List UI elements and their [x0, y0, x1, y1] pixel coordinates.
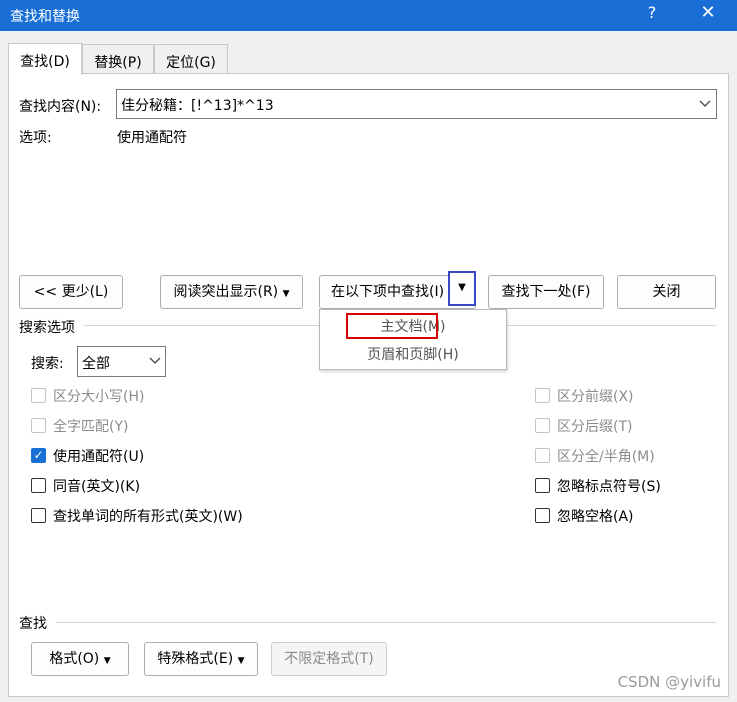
checkbox-wildcards-label: 使用通配符(U): [53, 449, 145, 465]
no-formatting-label: 不限定格式(T): [284, 651, 374, 667]
divider: [56, 622, 716, 623]
red-highlight-box: [346, 313, 438, 339]
chevron-down-icon[interactable]: [694, 90, 716, 118]
find-what-label: 查找内容(N):: [19, 99, 102, 115]
less-button[interactable]: << 更少(L): [19, 275, 123, 309]
checkbox-match-case-label: 区分大小写(H): [53, 389, 145, 405]
close-button[interactable]: 关闭: [617, 275, 716, 309]
chevron-down-icon[interactable]: [145, 347, 165, 376]
checkbox-match-suffix-label: 区分后缀(T): [557, 419, 633, 435]
find-in-label: 在以下项中查找(I): [331, 284, 445, 300]
special-button-label: 特殊格式(E): [157, 651, 234, 667]
close-window-button[interactable]: ✕: [695, 2, 721, 23]
dropdown-arrow-icon: ▼: [237, 656, 245, 666]
find-what-combo[interactable]: 佳分秘籍：[!^13]*^13: [116, 89, 717, 119]
tab-replace-label: 替换(P): [94, 55, 142, 71]
search-direction-value: 全部: [82, 356, 110, 372]
checkbox-ignore-punctuation[interactable]: [535, 478, 550, 493]
reading-highlight-button[interactable]: 阅读突出显示(R) ▼: [160, 275, 303, 309]
dropdown-arrow-icon: ▼: [458, 282, 466, 293]
search-direction-select[interactable]: 全部: [77, 346, 166, 377]
checkbox-word-forms-label: 查找单词的所有形式(英文)(W): [53, 509, 243, 525]
checkbox-sounds-like[interactable]: [31, 478, 46, 493]
dropdown-arrow-icon: ▼: [282, 289, 290, 299]
checkbox-match-width[interactable]: [535, 448, 550, 463]
options-label: 选项:: [19, 130, 52, 146]
checkbox-match-prefix-label: 区分前缀(X): [557, 389, 634, 405]
checkbox-whole-word-label: 全字匹配(Y): [53, 419, 129, 435]
checkbox-match-suffix[interactable]: [535, 418, 550, 433]
tab-panel: [8, 73, 729, 697]
special-button[interactable]: 特殊格式(E) ▼: [144, 642, 258, 676]
tab-goto[interactable]: 定位(G): [154, 44, 228, 74]
tab-replace[interactable]: 替换(P): [82, 44, 154, 74]
no-formatting-button[interactable]: 不限定格式(T): [271, 642, 387, 676]
checkbox-ignore-whitespace-label: 忽略空格(A): [557, 509, 634, 525]
find-next-button[interactable]: 查找下一处(F): [488, 275, 604, 309]
find-in-dropdown-arrow[interactable]: ▼: [448, 271, 476, 306]
dropdown-arrow-icon: ▼: [103, 656, 111, 666]
menu-item-header-footer[interactable]: 页眉和页脚(H): [320, 341, 506, 369]
format-button[interactable]: 格式(O) ▼: [31, 642, 129, 676]
checkbox-match-prefix[interactable]: [535, 388, 550, 403]
window-title: 查找和替换: [10, 9, 80, 25]
help-button[interactable]: ?: [640, 3, 664, 22]
find-next-label: 查找下一处(F): [501, 284, 591, 300]
checkbox-word-forms[interactable]: [31, 508, 46, 523]
find-what-value: 佳分秘籍：[!^13]*^13: [121, 98, 274, 114]
checkbox-match-case[interactable]: [31, 388, 46, 403]
tab-find[interactable]: 查找(D): [8, 43, 82, 75]
watermark: CSDN @yivifu: [617, 673, 721, 691]
tab-goto-label: 定位(G): [166, 55, 216, 71]
checkbox-sounds-like-label: 同音(英文)(K): [53, 479, 141, 495]
checkbox-wildcards[interactable]: ✓: [31, 448, 46, 463]
find-section-title: 查找: [19, 616, 47, 632]
tab-find-label: 查找(D): [20, 54, 70, 70]
checkbox-whole-word[interactable]: [31, 418, 46, 433]
divider: [507, 325, 716, 326]
divider: [84, 325, 319, 326]
search-options-title: 搜索选项: [19, 320, 75, 336]
checkbox-match-width-label: 区分全/半角(M): [557, 449, 655, 465]
options-value: 使用通配符: [117, 130, 187, 146]
checkbox-ignore-whitespace[interactable]: [535, 508, 550, 523]
less-button-label: << 更少(L): [33, 284, 109, 300]
find-in-menu: 主文档(M) 页眉和页脚(H): [319, 309, 507, 370]
reading-highlight-label: 阅读突出显示(R): [173, 284, 279, 300]
menu-item-header-footer-label: 页眉和页脚(H): [367, 347, 459, 363]
format-button-label: 格式(O): [49, 651, 100, 667]
title-bar: 查找和替换 ? ✕: [0, 0, 737, 31]
check-icon: ✓: [33, 448, 44, 462]
close-button-label: 关闭: [652, 284, 681, 300]
search-direction-label: 搜索:: [31, 356, 64, 372]
checkbox-ignore-punctuation-label: 忽略标点符号(S): [557, 479, 661, 495]
